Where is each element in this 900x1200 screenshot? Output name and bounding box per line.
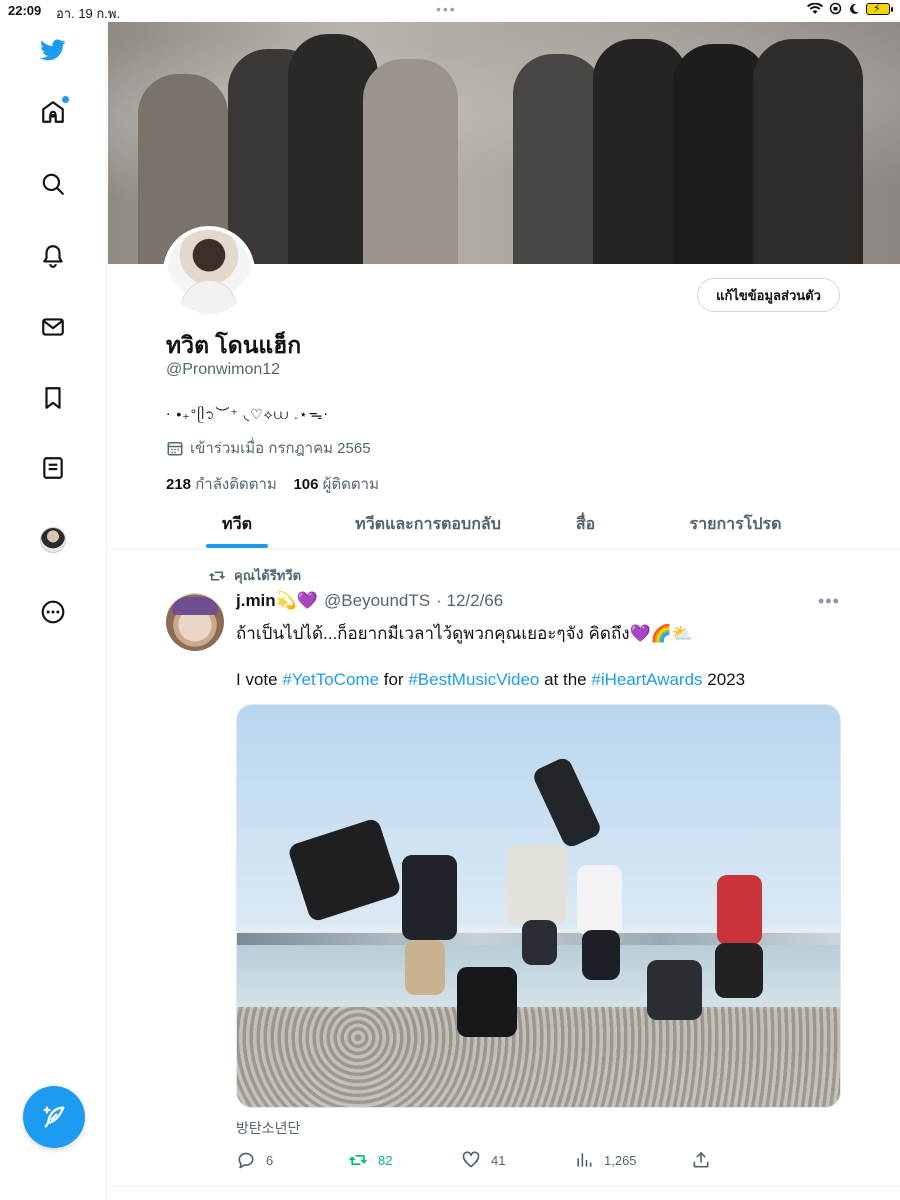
display-name: ทวิต โดนแฮ็ก	[166, 332, 302, 358]
retweet-count: 82	[378, 1152, 393, 1168]
avatar	[40, 527, 66, 553]
divider	[108, 1186, 900, 1187]
retweet-note: คุณได้รีทวีต	[208, 565, 301, 586]
profile-bio: ⋅ •₊°ᥫ᭡︶⁺ ◟♡⟡⩊ .⋆ᯓ⋅	[166, 406, 329, 422]
envelope-icon	[42, 318, 64, 336]
banner-figure	[363, 59, 458, 264]
join-date-text: เข้าร่วมเมื่อ กรกฎาคม 2565	[190, 440, 371, 457]
share-button[interactable]	[691, 1150, 711, 1170]
bell-icon	[43, 245, 63, 268]
photo-person	[530, 755, 604, 850]
photo-person	[402, 855, 457, 940]
banner-figure	[513, 54, 603, 264]
banner-figure	[753, 39, 863, 264]
follow-counts: 218 กำลังติดตาม 106 ผู้ติดตาม	[166, 472, 379, 496]
wifi-icon	[807, 2, 823, 14]
retweet-icon	[349, 1155, 367, 1165]
home-icon	[42, 101, 64, 123]
photo-person	[717, 875, 762, 945]
hashtag-link[interactable]: #BestMusicVideo	[408, 670, 539, 689]
photo-person	[577, 865, 622, 935]
photo-caption: 방탄소년단	[236, 1120, 301, 1136]
retweet-icon	[208, 571, 226, 580]
like-button[interactable]: 41	[461, 1150, 505, 1170]
like-count: 41	[491, 1152, 506, 1168]
tweet-more-icon[interactable]: •••	[818, 591, 840, 612]
hashtag-link[interactable]: #YetToCome	[282, 670, 379, 689]
status-time: 22:09	[8, 3, 42, 18]
views-button[interactable]: 1,265	[574, 1150, 637, 1170]
tab-tweets[interactable]: ทวีต	[206, 500, 268, 548]
tweet-author-avatar[interactable]	[166, 593, 224, 651]
photo-person	[647, 960, 702, 1020]
views-count: 1,265	[604, 1152, 637, 1168]
active-tab-indicator	[206, 544, 268, 548]
tweet-header: j.min💫💜 @BeyoundTS · 12/2/66	[236, 591, 503, 611]
profile-banner[interactable]	[108, 22, 900, 264]
nav-lists[interactable]	[33, 448, 73, 488]
tweet-actions: 6 82 41 1,265	[236, 1150, 716, 1174]
nav-messages[interactable]	[33, 307, 73, 347]
calendar-icon	[167, 442, 183, 456]
tweet-text-line1: ถ้าเป็นไปได้...ก็อยากมีเวลาไว้ดูพวกคุณเย…	[236, 624, 694, 643]
multitask-dots[interactable]: •••	[436, 1, 457, 17]
photo-person	[405, 940, 445, 995]
tab-media[interactable]: สื่อ	[548, 500, 623, 548]
status-icons: ⚡	[807, 2, 893, 15]
photo-person	[286, 817, 403, 923]
search-icon	[42, 173, 64, 195]
more-circle-icon	[41, 600, 65, 624]
join-date: เข้าร่วมเมื่อ กรกฎาคม 2565	[166, 436, 371, 460]
status-bar: 22:09 อา. 19 ก.พ. ••• ⚡	[0, 0, 900, 22]
compose-button[interactable]	[23, 1086, 85, 1148]
profile-tabs: ทวีต ทวีตและการตอบกลับ สื่อ รายการโปรด	[108, 500, 900, 549]
status-date: อา. 19 ก.พ.	[56, 6, 121, 21]
photo-person	[457, 967, 517, 1037]
tweet-date[interactable]: · 12/2/66	[436, 591, 503, 611]
sidebar	[0, 22, 107, 1200]
compose-icon	[43, 1106, 65, 1128]
tweet-text-line2: I vote #YetToCome for #BestMusicVideo at…	[236, 670, 746, 689]
rotation-lock-icon	[829, 2, 842, 15]
nav-bookmarks[interactable]	[33, 378, 73, 418]
reply-icon	[238, 1152, 254, 1169]
nav-profile[interactable]	[33, 520, 73, 560]
nav-more[interactable]	[33, 592, 73, 632]
tweet-author-name[interactable]: j.min💫💜	[236, 591, 318, 611]
tab-likes[interactable]: รายการโปรด	[668, 500, 803, 548]
photo-person	[522, 920, 557, 965]
photo-person	[507, 845, 567, 925]
reply-count: 6	[266, 1152, 274, 1168]
moon-icon	[850, 3, 859, 14]
analytics-icon	[577, 1153, 592, 1167]
retweet-button[interactable]: 82	[348, 1150, 392, 1170]
photo-person	[582, 930, 620, 980]
nav-home[interactable]	[33, 92, 73, 132]
reply-button[interactable]: 6	[236, 1150, 273, 1170]
nav-explore[interactable]	[33, 164, 73, 204]
twitter-logo-icon[interactable]	[33, 30, 73, 70]
battery-icon: ⚡	[866, 2, 893, 15]
photo-person	[715, 943, 763, 998]
tweet-photo[interactable]	[236, 704, 841, 1108]
user-handle: @Pronwimon12	[166, 361, 281, 378]
list-icon	[43, 457, 63, 479]
hashtag-link[interactable]: #iHeartAwards	[591, 670, 702, 689]
followers-link[interactable]: 106 ผู้ติดตาม	[293, 476, 379, 493]
following-link[interactable]: 218 กำลังติดตาม	[166, 476, 277, 493]
bookmark-icon	[45, 387, 61, 409]
share-icon	[693, 1152, 709, 1168]
heart-icon	[462, 1151, 480, 1168]
notification-dot	[62, 96, 69, 103]
nav-notifications[interactable]	[33, 236, 73, 276]
tab-tweets-replies[interactable]: ทวีตและการตอบกลับ	[318, 500, 538, 548]
profile-avatar[interactable]	[163, 226, 255, 318]
tweet-author-handle[interactable]: @BeyoundTS	[324, 591, 430, 611]
edit-profile-button[interactable]: แก้ไขข้อมูลส่วนตัว	[697, 278, 840, 312]
